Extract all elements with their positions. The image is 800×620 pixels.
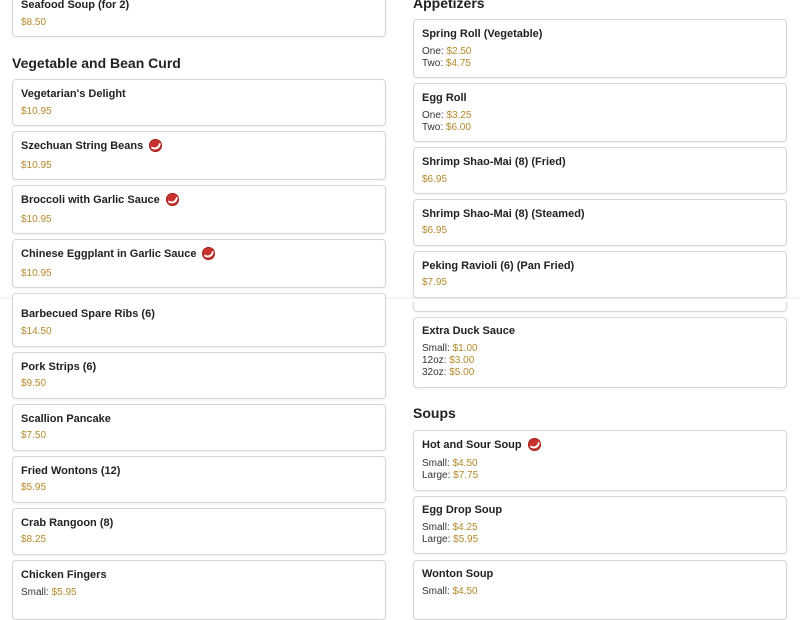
spicy-pepper-icon bbox=[165, 193, 179, 206]
menu-item-extra-duck-sauce[interactable]: Extra Duck Sauce Small: $1.00 12oz: $3.0… bbox=[413, 317, 787, 388]
section-heading-vegetable: Vegetable and Bean Curd bbox=[12, 55, 181, 71]
price-label: Small: bbox=[422, 458, 450, 469]
menu-item-peking-ravioli[interactable]: Peking Ravioli (6) (Pan Fried) $7.95 bbox=[413, 251, 787, 298]
item-price: $4.25 bbox=[452, 522, 478, 533]
item-name: Fried Wontons (12) bbox=[21, 465, 121, 477]
spicy-pepper-icon bbox=[149, 139, 163, 152]
price-label: Small: bbox=[21, 587, 49, 598]
item-price: $5.95 bbox=[51, 587, 77, 598]
menu-item-scallion-pancake[interactable]: Scallion Pancake $7.50 bbox=[12, 404, 386, 451]
menu-item-shrimp-shao-mai-fried[interactable]: Shrimp Shao-Mai (8) (Fried) $6.95 bbox=[413, 147, 787, 194]
menu-item-crab-rangoon[interactable]: Crab Rangoon (8) $8.25 bbox=[12, 508, 386, 555]
item-price: $6.95 bbox=[422, 225, 448, 236]
item-price: $7.75 bbox=[453, 470, 479, 481]
item-name: Spring Roll (Vegetable) bbox=[422, 28, 543, 40]
item-name: Extra Duck Sauce bbox=[422, 325, 515, 337]
menu-item-barbecued-spare-ribs[interactable]: Barbecued Spare Ribs (6) $14.50 bbox=[12, 293, 386, 347]
menu-item-vegetarians-delight[interactable]: Vegetarian's Delight $10.95 bbox=[12, 79, 386, 126]
item-price: $5.00 bbox=[449, 367, 475, 378]
item-name: Egg Drop Soup bbox=[422, 504, 503, 516]
price-label: Small: bbox=[422, 586, 450, 597]
item-price: $6.95 bbox=[422, 174, 448, 185]
price-label: 12oz: bbox=[422, 355, 447, 366]
item-name: Pork Strips (6) bbox=[21, 361, 97, 373]
item-price: $4.50 bbox=[452, 458, 478, 469]
price-label: 32oz: bbox=[422, 367, 447, 378]
item-price: $3.25 bbox=[446, 110, 472, 121]
section-heading-soups: Soups bbox=[413, 405, 456, 421]
item-price: $5.95 bbox=[21, 482, 47, 493]
menu-item-broccoli-garlic[interactable]: Broccoli with Garlic Sauce $10.95 bbox=[12, 185, 386, 234]
item-price: $5.95 bbox=[453, 534, 479, 545]
item-name: Seafood Soup (for 2) bbox=[21, 0, 130, 11]
price-label: Large: bbox=[422, 534, 451, 545]
item-price: $9.50 bbox=[21, 378, 47, 389]
menu-item-egg-drop-soup[interactable]: Egg Drop Soup Small: $4.25 Large: $5.95 bbox=[413, 496, 787, 554]
price-label: Large: bbox=[422, 470, 451, 481]
menu-item-chicken-fingers[interactable]: Chicken Fingers Small: $5.95 bbox=[12, 560, 386, 620]
item-name: Broccoli with Garlic Sauce bbox=[21, 193, 160, 206]
section-heading-appetizers: Appetizers bbox=[413, 0, 485, 11]
item-name: Wonton Soup bbox=[422, 568, 494, 580]
menu-item-egg-roll[interactable]: Egg Roll One: $3.25 Two: $6.00 bbox=[413, 83, 787, 142]
price-label: One: bbox=[422, 110, 444, 121]
price-label: Small: bbox=[422, 343, 450, 354]
item-name: Chinese Eggplant in Garlic Sauce bbox=[21, 247, 197, 260]
item-price: $10.95 bbox=[21, 160, 52, 171]
menu-item-shrimp-shao-mai-steamed[interactable]: Shrimp Shao-Mai (8) (Steamed) $6.95 bbox=[413, 199, 787, 246]
item-name: Crab Rangoon (8) bbox=[21, 517, 114, 529]
item-name: Peking Ravioli (6) (Pan Fried) bbox=[422, 260, 575, 272]
price-label: Two: bbox=[422, 58, 444, 69]
menu-item-seafood-soup[interactable]: Seafood Soup (for 2) $8.50 bbox=[12, 0, 386, 37]
item-price: $10.95 bbox=[21, 106, 52, 117]
spicy-pepper-icon bbox=[527, 438, 541, 451]
menu-item-pork-strips[interactable]: Pork Strips (6) $9.50 bbox=[12, 352, 386, 399]
item-price: $7.50 bbox=[21, 430, 47, 441]
item-price: $10.95 bbox=[21, 214, 52, 225]
item-price: $10.95 bbox=[21, 268, 52, 279]
item-price: $8.50 bbox=[21, 17, 47, 28]
item-price: $8.25 bbox=[21, 534, 47, 545]
item-price: $7.95 bbox=[422, 277, 448, 288]
menu-item-hot-and-sour-soup[interactable]: Hot and Sour Soup Small: $4.50 Large: $7… bbox=[413, 430, 787, 491]
menu-item-wonton-soup[interactable]: Wonton Soup Small: $4.50 bbox=[413, 560, 787, 620]
item-name: Egg Roll bbox=[422, 92, 467, 104]
item-price: $3.00 bbox=[449, 355, 475, 366]
item-price: $1.00 bbox=[452, 343, 478, 354]
price-label: Two: bbox=[422, 122, 444, 133]
item-price: $4.75 bbox=[445, 58, 471, 69]
item-name: Barbecued Spare Ribs (6) bbox=[21, 308, 155, 320]
menu-item-partial bbox=[413, 302, 787, 312]
item-name: Hot and Sour Soup bbox=[422, 438, 522, 451]
item-name: Szechuan String Beans bbox=[21, 139, 144, 152]
spicy-pepper-icon bbox=[202, 247, 216, 260]
item-price: $6.00 bbox=[445, 122, 471, 133]
menu-item-fried-wontons[interactable]: Fried Wontons (12) $5.95 bbox=[12, 456, 386, 503]
item-name: Vegetarian's Delight bbox=[21, 88, 126, 100]
item-name: Shrimp Shao-Mai (8) (Fried) bbox=[422, 156, 566, 168]
menu-item-spring-roll[interactable]: Spring Roll (Vegetable) One: $2.50 Two: … bbox=[413, 19, 787, 78]
menu-item-chinese-eggplant[interactable]: Chinese Eggplant in Garlic Sauce $10.95 bbox=[12, 239, 386, 288]
item-price: $14.50 bbox=[21, 326, 52, 337]
price-label: One: bbox=[422, 46, 444, 57]
item-price: $2.50 bbox=[446, 46, 472, 57]
item-name: Chicken Fingers bbox=[21, 569, 107, 581]
item-name: Shrimp Shao-Mai (8) (Steamed) bbox=[422, 208, 585, 220]
item-name: Scallion Pancake bbox=[21, 413, 111, 425]
menu-item-szechuan-string-beans[interactable]: Szechuan String Beans $10.95 bbox=[12, 131, 386, 180]
price-label: Small: bbox=[422, 522, 450, 533]
item-price: $4.50 bbox=[452, 586, 478, 597]
